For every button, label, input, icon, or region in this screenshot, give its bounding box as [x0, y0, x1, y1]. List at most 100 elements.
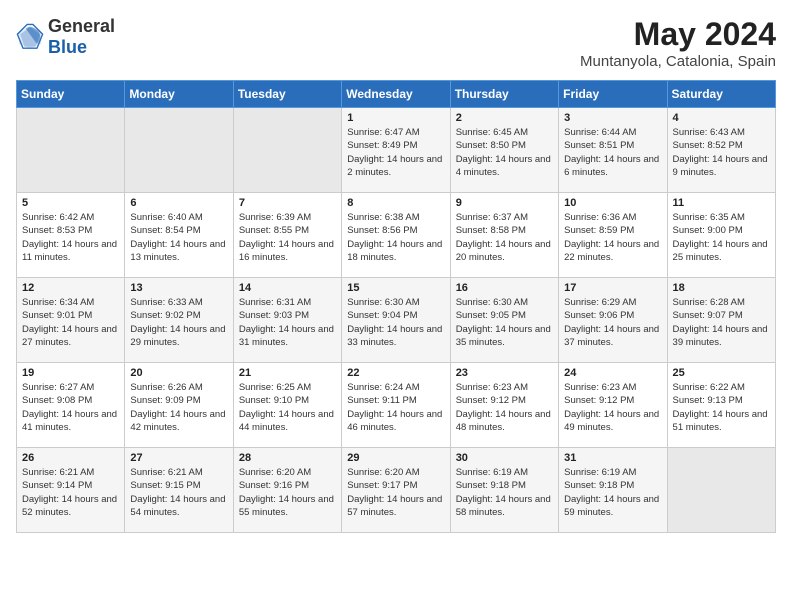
day-info: Sunrise: 6:21 AMSunset: 9:14 PMDaylight:…: [22, 466, 119, 519]
day-info: Sunrise: 6:23 AMSunset: 9:12 PMDaylight:…: [564, 381, 661, 434]
day-number: 25: [673, 367, 770, 379]
day-info: Sunrise: 6:20 AMSunset: 9:16 PMDaylight:…: [239, 466, 336, 519]
calendar-header-row: SundayMondayTuesdayWednesdayThursdayFrid…: [17, 81, 776, 108]
day-number: 29: [347, 452, 444, 464]
weekday-header: Friday: [559, 81, 667, 108]
calendar-cell: 31 Sunrise: 6:19 AMSunset: 9:18 PMDayligh…: [559, 448, 667, 533]
weekday-header: Sunday: [17, 81, 125, 108]
calendar-cell: 30Sunrise: 6:19 AMSunset: 9:18 PMDayligh…: [450, 448, 558, 533]
logo-general: General: [48, 16, 115, 36]
calendar-week-row: 1Sunrise: 6:47 AMSunset: 8:49 PMDaylight…: [17, 108, 776, 193]
calendar-cell: 20 Sunrise: 6:26 AMSunset: 9:09 PMDayligh…: [125, 363, 233, 448]
weekday-header: Wednesday: [342, 81, 450, 108]
day-number: 13: [130, 282, 227, 294]
day-number: 21: [239, 367, 336, 379]
calendar-cell: 5Sunrise: 6:42 AMSunset: 8:53 PMDaylight…: [17, 193, 125, 278]
day-info: Sunrise: 6:21 AMSunset: 9:15 PMDaylight:…: [130, 466, 227, 519]
day-info: Sunrise: 6:29 AMSunset: 9:06 PMDaylight:…: [564, 296, 661, 349]
day-number: 15: [347, 282, 444, 294]
calendar-cell: 15 Sunrise: 6:30 AMSunset: 9:04 PMDayligh…: [342, 278, 450, 363]
calendar-cell: 29 Sunrise: 6:20 AMSunset: 9:17 PMDayligh…: [342, 448, 450, 533]
calendar-cell: 4 Sunrise: 6:43 AMSunset: 8:52 PMDaylight…: [667, 108, 775, 193]
calendar-cell: 16 Sunrise: 6:30 AMSunset: 9:05 PMDayligh…: [450, 278, 558, 363]
day-number: 23: [456, 367, 553, 379]
day-number: 31: [564, 452, 661, 464]
calendar-cell: 26 Sunrise: 6:21 AMSunset: 9:14 PMDayligh…: [17, 448, 125, 533]
calendar-week-row: 12 Sunrise: 6:34 AMSunset: 9:01 PMDayligh…: [17, 278, 776, 363]
logo-blue: Blue: [48, 37, 87, 57]
day-number: 26: [22, 452, 119, 464]
day-number: 12: [22, 282, 119, 294]
day-info: Sunrise: 6:36 AMSunset: 8:59 PMDaylight:…: [564, 211, 661, 264]
day-number: 8: [347, 197, 444, 209]
day-info: Sunrise: 6:30 AMSunset: 9:05 PMDaylight:…: [456, 296, 553, 349]
calendar-cell: [233, 108, 341, 193]
day-number: 17: [564, 282, 661, 294]
day-info: Sunrise: 6:30 AMSunset: 9:04 PMDaylight:…: [347, 296, 444, 349]
calendar-cell: [125, 108, 233, 193]
calendar-cell: 19 Sunrise: 6:27 AMSunset: 9:08 PMDayligh…: [17, 363, 125, 448]
calendar-cell: 3 Sunrise: 6:44 AMSunset: 8:51 PMDaylight…: [559, 108, 667, 193]
calendar-cell: 22 Sunrise: 6:24 AMSunset: 9:11 PMDayligh…: [342, 363, 450, 448]
calendar-week-row: 26 Sunrise: 6:21 AMSunset: 9:14 PMDayligh…: [17, 448, 776, 533]
day-info: Sunrise: 6:35 AMSunset: 9:00 PMDaylight:…: [673, 211, 770, 264]
day-info: Sunrise: 6:43 AMSunset: 8:52 PMDaylight:…: [673, 126, 770, 179]
day-number: 6: [130, 197, 227, 209]
logo: General Blue: [16, 16, 115, 58]
day-number: 14: [239, 282, 336, 294]
logo-icon: [16, 23, 44, 51]
calendar-cell: 28 Sunrise: 6:20 AMSunset: 9:16 PMDayligh…: [233, 448, 341, 533]
day-info: Sunrise: 6:26 AMSunset: 9:09 PMDaylight:…: [130, 381, 227, 434]
day-number: 9: [456, 197, 553, 209]
calendar-cell: 13 Sunrise: 6:33 AMSunset: 9:02 PMDayligh…: [125, 278, 233, 363]
day-number: 2: [456, 112, 553, 124]
day-number: 20: [130, 367, 227, 379]
calendar-table: SundayMondayTuesdayWednesdayThursdayFrid…: [16, 80, 776, 533]
day-info: Sunrise: 6:19 AMSunset: 9:18 PMDaylight:…: [456, 466, 553, 519]
calendar-cell: 21Sunrise: 6:25 AMSunset: 9:10 PMDayligh…: [233, 363, 341, 448]
day-number: 11: [673, 197, 770, 209]
calendar-cell: 23 Sunrise: 6:23 AMSunset: 9:12 PMDayligh…: [450, 363, 558, 448]
day-info: Sunrise: 6:31 AMSunset: 9:03 PMDaylight:…: [239, 296, 336, 349]
day-info: Sunrise: 6:42 AMSunset: 8:53 PMDaylight:…: [22, 211, 119, 264]
day-info: Sunrise: 6:19 AMSunset: 9:18 PMDaylight:…: [564, 466, 661, 519]
day-number: 22: [347, 367, 444, 379]
calendar-cell: [667, 448, 775, 533]
calendar-cell: 12 Sunrise: 6:34 AMSunset: 9:01 PMDayligh…: [17, 278, 125, 363]
day-number: 28: [239, 452, 336, 464]
day-number: 7: [239, 197, 336, 209]
day-number: 4: [673, 112, 770, 124]
calendar-cell: 24 Sunrise: 6:23 AMSunset: 9:12 PMDayligh…: [559, 363, 667, 448]
calendar-cell: 18Sunrise: 6:28 AMSunset: 9:07 PMDayligh…: [667, 278, 775, 363]
day-info: Sunrise: 6:37 AMSunset: 8:58 PMDaylight:…: [456, 211, 553, 264]
day-number: 3: [564, 112, 661, 124]
day-info: Sunrise: 6:33 AMSunset: 9:02 PMDaylight:…: [130, 296, 227, 349]
day-info: Sunrise: 6:44 AMSunset: 8:51 PMDaylight:…: [564, 126, 661, 179]
page-header: General Blue May 2024 Muntanyola, Catalo…: [16, 16, 776, 70]
day-number: 24: [564, 367, 661, 379]
day-info: Sunrise: 6:34 AMSunset: 9:01 PMDaylight:…: [22, 296, 119, 349]
day-info: Sunrise: 6:23 AMSunset: 9:12 PMDaylight:…: [456, 381, 553, 434]
calendar-cell: 10 Sunrise: 6:36 AMSunset: 8:59 PMDayligh…: [559, 193, 667, 278]
weekday-header: Monday: [125, 81, 233, 108]
weekday-header: Tuesday: [233, 81, 341, 108]
day-info: Sunrise: 6:38 AMSunset: 8:56 PMDaylight:…: [347, 211, 444, 264]
day-info: Sunrise: 6:47 AMSunset: 8:49 PMDaylight:…: [347, 126, 444, 179]
day-number: 16: [456, 282, 553, 294]
logo-text: General Blue: [48, 16, 115, 58]
calendar-cell: 1Sunrise: 6:47 AMSunset: 8:49 PMDaylight…: [342, 108, 450, 193]
day-number: 19: [22, 367, 119, 379]
day-info: Sunrise: 6:27 AMSunset: 9:08 PMDaylight:…: [22, 381, 119, 434]
day-info: Sunrise: 6:24 AMSunset: 9:11 PMDaylight:…: [347, 381, 444, 434]
weekday-header: Thursday: [450, 81, 558, 108]
weekday-header: Saturday: [667, 81, 775, 108]
day-info: Sunrise: 6:45 AMSunset: 8:50 PMDaylight:…: [456, 126, 553, 179]
day-number: 10: [564, 197, 661, 209]
calendar-cell: 14 Sunrise: 6:31 AMSunset: 9:03 PMDayligh…: [233, 278, 341, 363]
calendar-cell: [17, 108, 125, 193]
day-info: Sunrise: 6:40 AMSunset: 8:54 PMDaylight:…: [130, 211, 227, 264]
day-number: 27: [130, 452, 227, 464]
day-info: Sunrise: 6:28 AMSunset: 9:07 PMDaylight:…: [673, 296, 770, 349]
day-info: Sunrise: 6:20 AMSunset: 9:17 PMDaylight:…: [347, 466, 444, 519]
calendar-cell: 7Sunrise: 6:39 AMSunset: 8:55 PMDaylight…: [233, 193, 341, 278]
